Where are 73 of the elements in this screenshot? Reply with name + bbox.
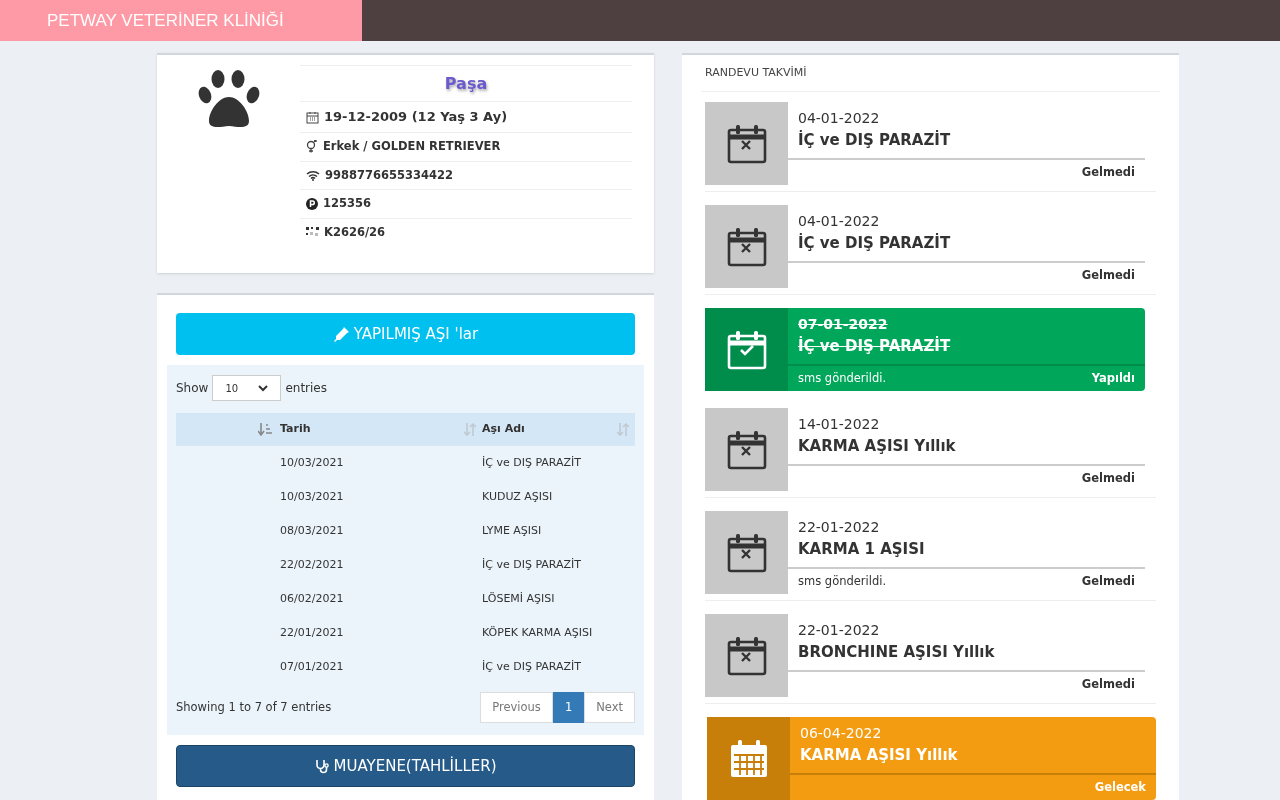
appointment-note: sms gönderildi. (798, 369, 887, 387)
appointment-title: KARMA AŞISI Yıllık (800, 745, 959, 767)
page-size-select[interactable]: 10 (212, 375, 282, 401)
calendar-x-icon (726, 226, 767, 267)
table-cell: İÇ ve DIŞ PARAZİT (482, 659, 582, 673)
appointment-title: BRONCHINE AŞISI Yıllık (798, 642, 996, 664)
calendar-x-icon (726, 532, 767, 573)
appointment-status: Yapıldı (1091, 369, 1135, 387)
table-cell: LÖSEMİ AŞISI (482, 591, 555, 605)
examination-button[interactable]: MUAYENE(TAHLİLLER) (176, 745, 635, 787)
appointment-date: 04-01-2022 (798, 109, 881, 129)
appointment-status: Gelmedi (1081, 163, 1135, 181)
stethoscope-icon (314, 758, 330, 774)
table-cell: LYME AŞISI (482, 523, 542, 537)
table-cell: KÖPEK KARMA AŞISI (482, 625, 593, 639)
table-cell: 22/01/2021 (280, 625, 344, 639)
appointment-title: İÇ ve DIŞ PARAZİT (798, 129, 952, 152)
clinic-title: PETWAY VETERİNER KLİNİĞİ (47, 9, 284, 32)
pet-name: Paşa (444, 72, 488, 95)
calendar-check-icon (726, 329, 767, 370)
table-cell: KUDUZ AŞISI (482, 489, 553, 503)
pet-detail: 9988776655334422 (325, 166, 454, 184)
pet-detail: 19-12-2009 (12 Yaş 3 Ay) (324, 108, 508, 127)
calendar-x-icon (726, 429, 767, 470)
appointment-status: Gelmedi (1081, 266, 1135, 284)
parking-icon (306, 197, 318, 210)
dots-grid-icon (306, 227, 319, 238)
calendar-icon (728, 738, 769, 779)
table-cell: 06/02/2021 (280, 591, 344, 605)
appointment-title: KARMA AŞISI Yıllık (798, 436, 957, 458)
pet-detail: 125356 (323, 195, 371, 213)
chevron-down-icon (258, 384, 269, 392)
table-cell: İÇ ve DIŞ PARAZİT (482, 455, 582, 469)
entries-label: entries (285, 380, 327, 397)
column-header[interactable]: Aşı Adı (482, 421, 525, 438)
sort-icon[interactable] (258, 423, 272, 436)
pet-detail: K2626/26 (324, 223, 386, 241)
appointment-date: 06-04-2022 (800, 724, 883, 744)
appointment-note: sms gönderildi. (798, 572, 887, 590)
wifi-icon (306, 169, 320, 181)
appointment-status: Gelmedi (1081, 572, 1135, 590)
appointment-title: İÇ ve DIŞ PARAZİT (798, 232, 952, 255)
calendar-x-icon (726, 123, 767, 164)
appointment-date: 22-01-2022 (798, 518, 881, 538)
appointment-title: KARMA 1 AŞISI (798, 539, 926, 561)
table-cell: 10/03/2021 (280, 455, 344, 469)
pagination-button[interactable]: 1 (552, 692, 585, 723)
calendar-icon (306, 110, 319, 124)
appointment-date: 14-01-2022 (798, 415, 881, 435)
table-cell: 07/01/2021 (280, 659, 344, 673)
calendar-x-icon (726, 635, 767, 676)
table-cell: 08/03/2021 (280, 523, 344, 537)
table-cell: İÇ ve DIŞ PARAZİT (482, 557, 582, 571)
pet-detail: Erkek / GOLDEN RETRIEVER (323, 138, 501, 156)
table-cell: 22/02/2021 (280, 557, 344, 571)
table-cell: 10/03/2021 (280, 489, 344, 503)
sort-arrows-icon[interactable] (617, 423, 629, 436)
appointment-title: İÇ ve DIŞ PARAZİT (798, 335, 952, 358)
appointment-date: 04-01-2022 (798, 212, 881, 232)
appointment-date: 07-01-2022 (798, 315, 889, 335)
paw-icon (197, 69, 260, 129)
appointment-date: 22-01-2022 (798, 621, 881, 641)
appointment-status: Gelmedi (1081, 675, 1135, 693)
gender-icon (306, 140, 318, 154)
appointment-status: Gelmedi (1081, 469, 1135, 487)
appointments-title: RANDEVU TAKVİMİ (705, 64, 807, 81)
appointment-status: Gelecek (1094, 778, 1146, 796)
pagination-button[interactable]: Next (584, 692, 635, 723)
column-header[interactable]: Tarih (280, 421, 311, 438)
show-label: Show (176, 380, 209, 397)
table-info: Showing 1 to 7 of 7 entries (176, 698, 332, 716)
pagination-button[interactable]: Previous (480, 692, 553, 723)
sort-arrows-icon[interactable] (464, 423, 476, 436)
